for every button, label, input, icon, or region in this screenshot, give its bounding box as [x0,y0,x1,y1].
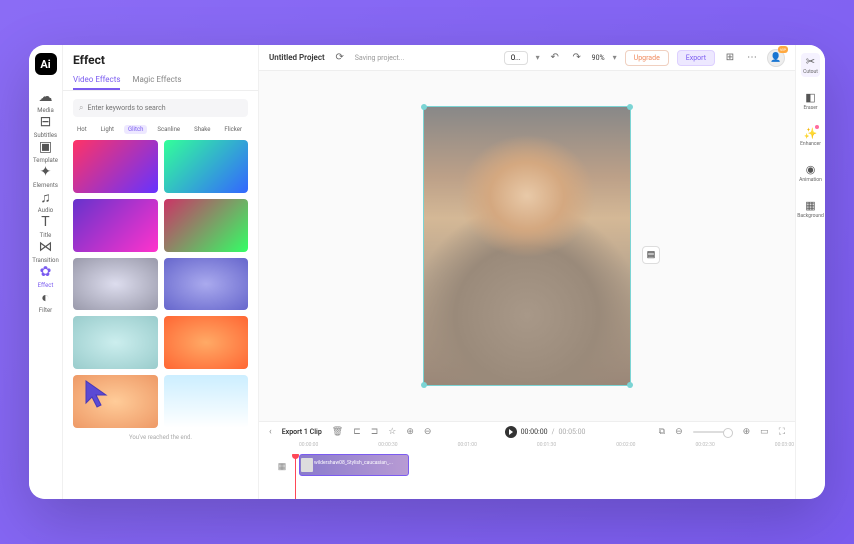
end-message: You've reached the end. [63,428,258,447]
play-button[interactable] [505,426,517,438]
nav-media[interactable]: ☁Media [32,89,59,114]
effect-thumb[interactable] [164,316,249,369]
left-sidebar: Ai ☁Media⊟Subtitles▣Template✦Elements♫Au… [29,45,63,499]
filter-flicker[interactable]: Flicker [220,125,246,134]
zoom-slider[interactable] [693,431,733,433]
saving-status: Saving project... [355,54,405,62]
effect-thumb[interactable] [73,140,158,193]
nav-audio[interactable]: ♫Audio [32,189,59,214]
timeline: ‹ Export 1 Clip 🗑 ⊏ ⊐ ☆ ⊕ ⊖ 00:00:00 / 0… [259,421,795,499]
nav-template[interactable]: ▣Template [32,139,59,164]
settings-icon[interactable]: ⊞ [723,51,737,65]
effects-panel: Effect Video Effects Magic Effects ⌕ Hot L… [63,45,259,499]
more-icon[interactable]: ⋯ [745,51,759,65]
title-icon: T [37,214,53,230]
nav-title[interactable]: TTitle [32,214,59,239]
ratio-dropdown[interactable]: O... [504,51,528,65]
video-clip[interactable]: wildershaw08_Stylish_caucasian_... [299,454,409,476]
tab-video-effects[interactable]: Video Effects [73,71,120,90]
sync-icon: ⟳ [333,51,347,65]
export-title: Export 1 Clip [282,428,322,436]
export-button[interactable]: Export [677,50,715,66]
effect-thumb[interactable] [164,258,249,311]
nav-elements[interactable]: ✦Elements [32,164,59,189]
upgrade-button[interactable]: Upgrade [625,50,669,66]
tool-animation[interactable]: ◉Animation [797,161,824,185]
enhancer-icon: ✨ [804,127,818,140]
effect-thumb[interactable] [164,375,249,428]
user-avatar[interactable]: 👤VIP [767,49,785,67]
panel-title: Effect [63,45,258,71]
nav-filter[interactable]: ◐Filter [32,289,59,314]
playback-time: 00:00:00 / 00:05:00 [505,426,586,438]
preview-canvas[interactable]: ▤ [259,71,795,421]
search-icon: ⌕ [79,103,83,113]
track-area[interactable]: ▦ wildershaw08_Stylish_caucasian_... [259,454,795,499]
filter-shake[interactable]: Shake [190,125,214,134]
zoomout-icon[interactable]: ⊖ [675,427,683,437]
tool-background[interactable]: ▦Background [795,197,825,221]
filter-chips: Hot Light Glitch Scanline Shake Flicker [63,125,258,140]
media-icon: ☁ [37,89,53,105]
effect-thumb[interactable] [73,258,158,311]
tool-icon[interactable]: ☆ [388,427,396,437]
time-ruler[interactable]: 00:00:0000:00:3000:01:0000:01:3000:02:00… [259,442,795,454]
fullscreen-icon[interactable]: ⛶ [779,427,785,437]
audio-icon: ♫ [37,189,53,205]
nav-transition[interactable]: ⋈Transition [32,239,59,264]
tab-magic-effects[interactable]: Magic Effects [132,71,181,90]
tool-cutout[interactable]: ✂Cutout [801,53,820,77]
filter-icon: ◐ [37,289,53,305]
split-icon[interactable]: ⊏ [353,427,361,437]
delete-icon[interactable]: 🗑 [332,427,343,437]
cutout-icon: ✂ [806,55,815,68]
time-current: 00:00:00 [521,428,548,436]
animation-icon: ◉ [806,163,816,176]
link-icon[interactable]: ⧉ [659,427,665,437]
search-input[interactable] [87,104,242,112]
top-bar: Untitled Project ⟳ Saving project... O..… [259,45,795,71]
playhead[interactable] [295,454,296,499]
tool-eraser[interactable]: ◧Eraser [801,89,819,113]
eraser-icon: ◧ [805,91,815,104]
background-icon: ▦ [805,199,815,212]
effects-grid [63,140,258,428]
selected-media[interactable]: ▤ [423,106,631,386]
tool-enhancer[interactable]: ✨Enhancer [798,125,823,149]
filter-glitch[interactable]: Glitch [124,125,147,134]
effect-thumb[interactable] [164,140,249,193]
project-name[interactable]: Untitled Project [269,53,325,62]
panel-tabs: Video Effects Magic Effects [63,71,258,91]
template-icon: ▣ [37,139,53,155]
filter-light[interactable]: Light [97,125,118,134]
effect-thumb[interactable] [164,199,249,252]
search-box[interactable]: ⌕ [73,99,248,117]
time-total: 00:05:00 [559,428,586,436]
subtitles-icon: ⊟ [37,114,53,130]
track-icon[interactable]: ▦ [278,462,287,472]
right-toolbar: ✂Cutout ◧Eraser ✨Enhancer ◉Animation ▦Backgr… [795,45,825,499]
effect-thumb[interactable] [73,199,158,252]
nav-subtitles[interactable]: ⊟Subtitles [32,114,59,139]
elements-icon: ✦ [37,164,53,180]
zoom-level[interactable]: 90% [592,54,605,62]
tool2-icon[interactable]: ⊕ [406,427,414,437]
app-logo[interactable]: Ai [35,53,57,75]
filter-hot[interactable]: Hot [73,125,91,134]
layer-button[interactable]: ▤ [642,246,660,264]
tool3-icon[interactable]: ⊖ [424,427,432,437]
effect-icon: ✿ [37,264,53,280]
transition-icon: ⋈ [37,239,53,255]
crop-icon[interactable]: ⊐ [371,427,379,437]
redo-icon[interactable]: ↷ [570,51,584,65]
back-icon[interactable]: ‹ [269,427,272,437]
effect-thumb[interactable] [73,316,158,369]
nav-effect[interactable]: ✿Effect [32,264,59,289]
undo-icon[interactable]: ↶ [548,51,562,65]
filter-scanline[interactable]: Scanline [153,125,184,134]
fit-icon[interactable]: ▭ [760,427,769,437]
main-area: Untitled Project ⟳ Saving project... O..… [259,45,795,499]
effect-thumb[interactable] [73,375,158,428]
zoomin-icon[interactable]: ⊕ [743,427,751,437]
